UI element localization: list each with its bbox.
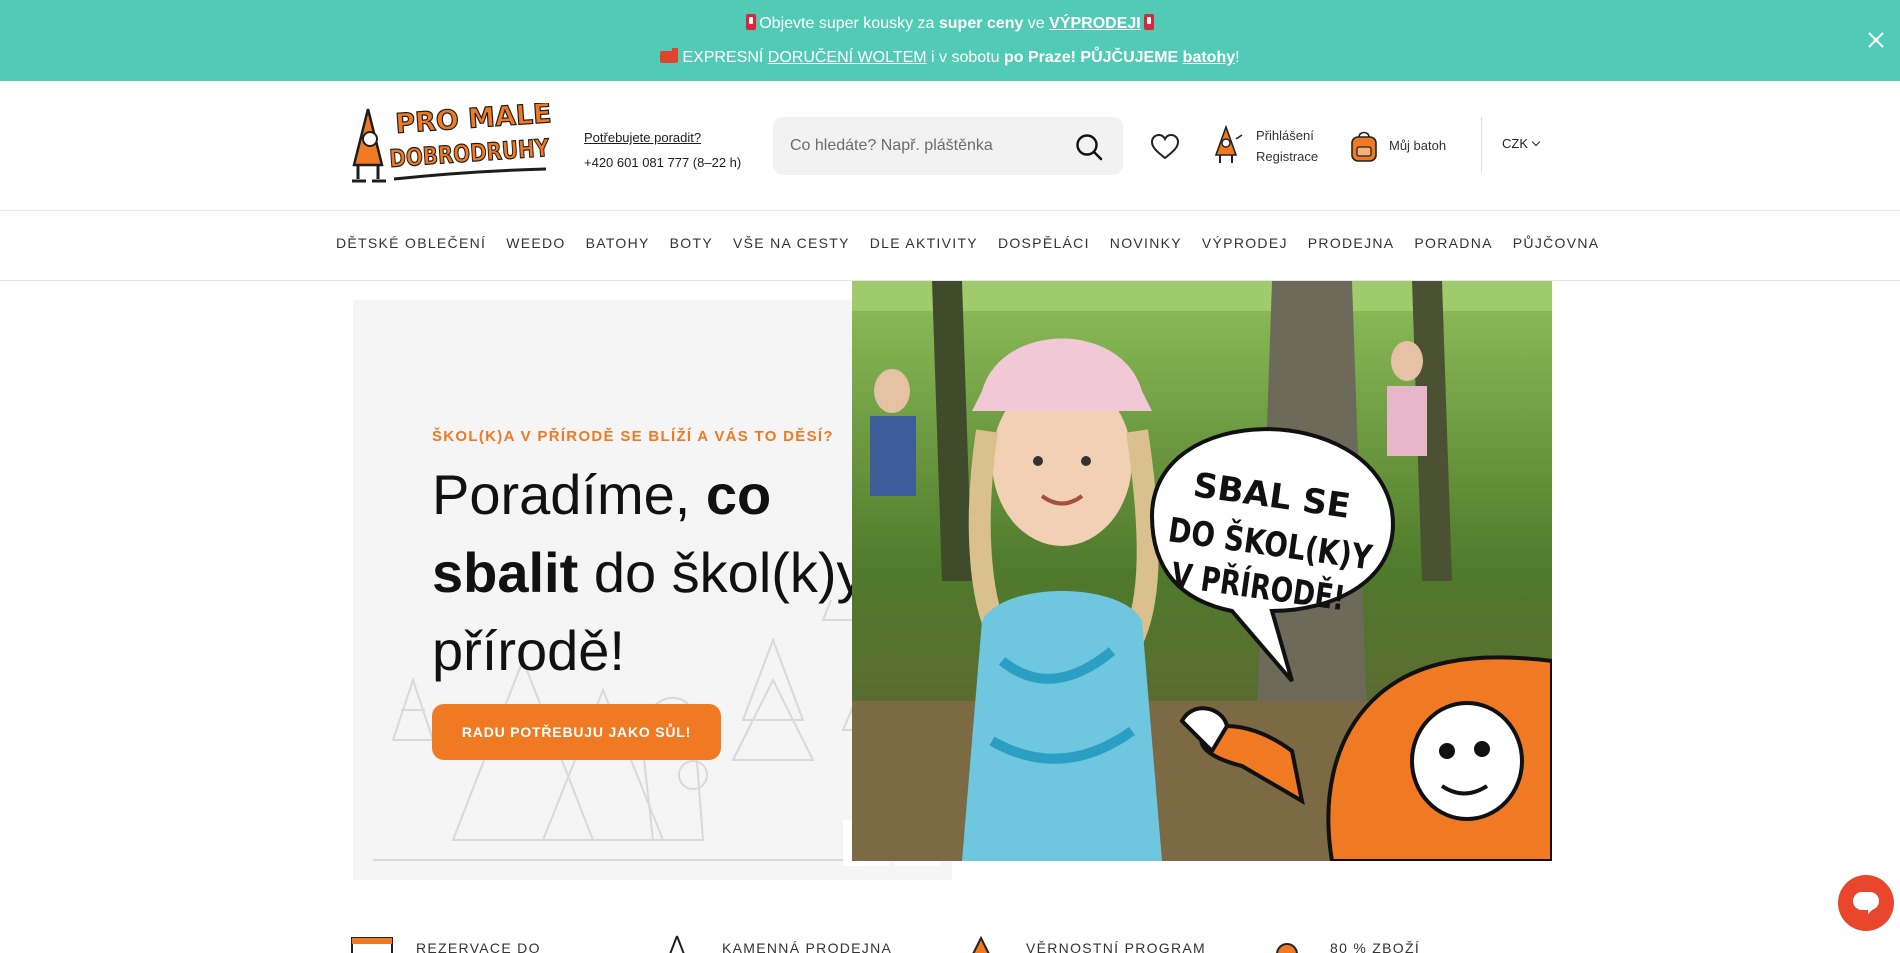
advice-link[interactable]: Potřebujete poradit? <box>584 125 741 150</box>
wolt-delivery-link[interactable]: DORUČENÍ WOLTEM <box>768 49 927 66</box>
announcement-text: i v sobotu <box>926 49 1004 66</box>
exclamation-icon <box>1143 14 1154 30</box>
main-navigation: DĚTSKÉ OBLEČENÍ WEEDO BATOHY BOTY VŠE NA… <box>0 211 1900 281</box>
features-strip: REZERVACE DO KAMENNÁ PRODEJNA VĚRNOSTNÍ … <box>0 930 1900 953</box>
wishlist-heart-icon[interactable] <box>1150 133 1180 161</box>
exclamation-icon <box>746 14 757 30</box>
feature-label: VĚRNOSTNÍ PROGRAM <box>1026 940 1207 953</box>
nav-item-dospelaci[interactable]: DOSPĚLÁCI <box>998 235 1090 251</box>
announcement-bold: super ceny <box>938 15 1024 32</box>
announcement-bold: po Praze! PŮJČUJEME <box>1003 49 1179 66</box>
nav-item-dle-aktivity[interactable]: DLE AKTIVITY <box>870 235 978 251</box>
truck-icon <box>660 48 679 63</box>
feature-label: 80 % ZBOŽÍ <box>1330 940 1421 953</box>
chat-bubble-icon[interactable] <box>1838 875 1894 931</box>
nav-item-batohy[interactable]: BATOHY <box>586 235 650 251</box>
svg-text:DOBRODRUHY: DOBRODRUHY <box>388 134 550 173</box>
announcement-bar: Objevte super kousky za super ceny ve VÝ… <box>0 0 1900 81</box>
site-logo[interactable]: PRO MALÉ DOBRODRUHY <box>350 103 555 187</box>
hero-photo: SBAL SE DO ŠKOL(K)Y V PŘÍRODĚ! <box>852 281 1552 861</box>
hero-title: Poradíme, co sbalit do škol(k)y v přírod… <box>432 456 912 690</box>
search-icon[interactable] <box>1075 133 1103 161</box>
login-link[interactable]: Přihlášení <box>1256 125 1318 146</box>
feature-prodejna[interactable]: KAMENNÁ PRODEJNA <box>669 935 893 953</box>
advice-phone[interactable]: +420 601 081 777 (8–22 h) <box>584 155 741 170</box>
account-text: Přihlášení Registrace <box>1256 125 1318 167</box>
loyalty-icon <box>972 935 990 953</box>
nav-item-pujcovna[interactable]: PŮJČOVNA <box>1513 235 1600 251</box>
calendar-icon <box>351 937 393 953</box>
currency-select[interactable]: CZK <box>1502 136 1541 151</box>
announcement-text: ! <box>1235 49 1240 66</box>
header-divider <box>1481 117 1482 173</box>
search-input[interactable] <box>773 117 1073 175</box>
feature-rezervace[interactable]: REZERVACE DO <box>351 937 541 953</box>
hero-kicker: ŠKOL(K)A V PŘÍRODĚ SE BLÍŽÍ A VÁS TO DĚS… <box>432 428 834 445</box>
gnome-account-icon <box>1214 125 1243 163</box>
feature-vernostni[interactable]: VĚRNOSTNÍ PROGRAM <box>972 935 1207 953</box>
nav-item-prodejna[interactable]: PRODEJNA <box>1308 235 1395 251</box>
search-bar <box>773 117 1123 175</box>
site-header: PRO MALÉ DOBRODRUHY Potřebujete poradit?… <box>0 81 1900 211</box>
chevron-down-icon <box>1531 137 1541 147</box>
nav-item-boty[interactable]: BOTY <box>670 235 713 251</box>
announcement-text: ve <box>1023 15 1050 32</box>
advice-contact: Potřebujete poradit? +420 601 081 777 (8… <box>584 125 741 175</box>
announcement-line-delivery: EXPRESNÍ DORUČENÍ WOLTEM i v sobotu po P… <box>0 48 1900 67</box>
nav-item-vyprodej[interactable]: VÝPRODEJ <box>1202 235 1288 251</box>
announcement-line-sale: Objevte super kousky za super ceny ve VÝ… <box>0 14 1900 33</box>
sale-link[interactable]: VÝPRODEJI <box>1049 15 1141 32</box>
tent-icon <box>669 935 685 953</box>
currency-label: CZK <box>1502 136 1528 151</box>
register-link[interactable]: Registrace <box>1256 146 1318 167</box>
nav-item-vse-na-cesty[interactable]: VŠE NA CESTY <box>733 235 850 251</box>
cart-label: Můj batoh <box>1389 138 1447 153</box>
feature-label: REZERVACE DO <box>416 940 541 953</box>
nav-item-novinky[interactable]: NOVINKY <box>1110 235 1182 251</box>
hero-photo-image: SBAL SE DO ŠKOL(K)Y V PŘÍRODĚ! <box>852 281 1552 861</box>
nav-item-detske-obleceni[interactable]: DĚTSKÉ OBLEČENÍ <box>336 235 486 251</box>
announcement-text: Objevte super kousky za <box>759 15 939 32</box>
hero-title-part: Poradíme, <box>432 463 706 526</box>
backpack-cart-icon <box>1351 131 1377 162</box>
hero-cta-button[interactable]: RADU POTŘEBUJU JAKO SŮL! <box>432 704 721 760</box>
announcement-text: EXPRESNÍ <box>682 49 768 66</box>
close-icon[interactable] <box>1866 30 1886 50</box>
nav-item-poradna[interactable]: PORADNA <box>1414 235 1492 251</box>
backpacks-rental-link[interactable]: batohy <box>1183 49 1235 66</box>
feature-zbozi[interactable]: 80 % ZBOŽÍ <box>1276 940 1421 953</box>
nav-item-weedo[interactable]: WEEDO <box>506 235 565 251</box>
feature-label: KAMENNÁ PRODEJNA <box>722 940 893 953</box>
stock-icon <box>1276 943 1298 953</box>
